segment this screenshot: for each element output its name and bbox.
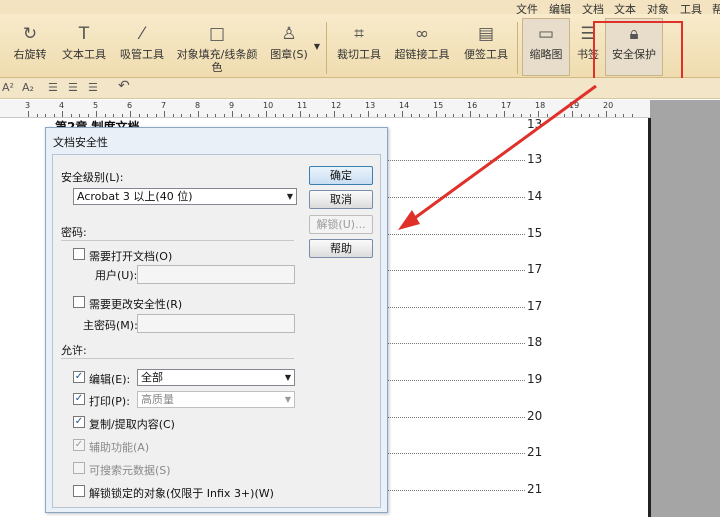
arrow-line [411, 84, 597, 222]
require-change-label: 需要更改安全性(R) [89, 298, 183, 311]
master-password-input[interactable] [137, 314, 295, 333]
copy-extract-checkbox[interactable]: ✓ [73, 416, 85, 428]
require-open-label: 需要打开文档(O) [89, 250, 173, 263]
master-password-label: 主密码(M): [83, 319, 138, 332]
searchable-metadata-checkbox[interactable] [73, 462, 85, 474]
unlock-button[interactable]: 解锁(U)... [309, 215, 373, 234]
unlock-locked-objects-label: 解锁锁定的对象(仅限于 Infix 3+)(W) [89, 487, 274, 500]
unlock-locked-objects-checkbox[interactable] [73, 485, 85, 497]
edit-permission-select[interactable]: 全部 ▼ [137, 369, 295, 386]
chevron-down-icon: ▼ [284, 395, 291, 404]
password-section-label: 密码: [61, 226, 87, 239]
dialog-title: 文档安全性 [53, 136, 108, 149]
print-checkbox[interactable]: ✓ [73, 393, 85, 405]
edit-permission-value: 全部 [141, 371, 163, 384]
section-divider [61, 240, 294, 241]
security-level-value: Acrobat 3 以上(40 位) [77, 190, 193, 203]
print-label: 打印(P): [89, 395, 130, 408]
searchable-metadata-label: 可搜索元数据(S) [89, 464, 171, 477]
security-level-label: 安全级别(L): [61, 171, 124, 184]
chevron-down-icon: ▼ [286, 192, 293, 201]
copy-extract-label: 复制/提取内容(C) [89, 418, 175, 431]
chevron-down-icon: ▼ [284, 373, 291, 382]
user-password-input[interactable] [137, 265, 295, 284]
ok-button[interactable]: 确定 [309, 166, 373, 185]
security-level-select[interactable]: Acrobat 3 以上(40 位) ▼ [73, 188, 297, 205]
print-quality-value: 高质量 [141, 393, 174, 406]
permit-section-label: 允许: [61, 344, 87, 357]
dialog-body: 安全级别(L): Acrobat 3 以上(40 位) ▼ 确定 取消 解锁(U… [52, 154, 381, 508]
document-security-dialog: 文档安全性 安全级别(L): Acrobat 3 以上(40 位) ▼ 确定 取… [45, 127, 388, 513]
help-button[interactable]: 帮助 [309, 239, 373, 258]
require-open-checkbox[interactable] [73, 248, 85, 260]
arrow-head [398, 210, 420, 230]
user-password-label: 用户(U): [95, 269, 138, 282]
require-change-checkbox[interactable] [73, 296, 85, 308]
accessibility-checkbox[interactable]: ✓ [73, 439, 85, 451]
edit-label: 编辑(E): [89, 373, 131, 386]
edit-checkbox[interactable]: ✓ [73, 371, 85, 383]
cancel-button[interactable]: 取消 [309, 190, 373, 209]
section-divider [61, 358, 294, 359]
accessibility-label: 辅助功能(A) [89, 441, 150, 454]
print-quality-select[interactable]: 高质量 ▼ [137, 391, 295, 408]
